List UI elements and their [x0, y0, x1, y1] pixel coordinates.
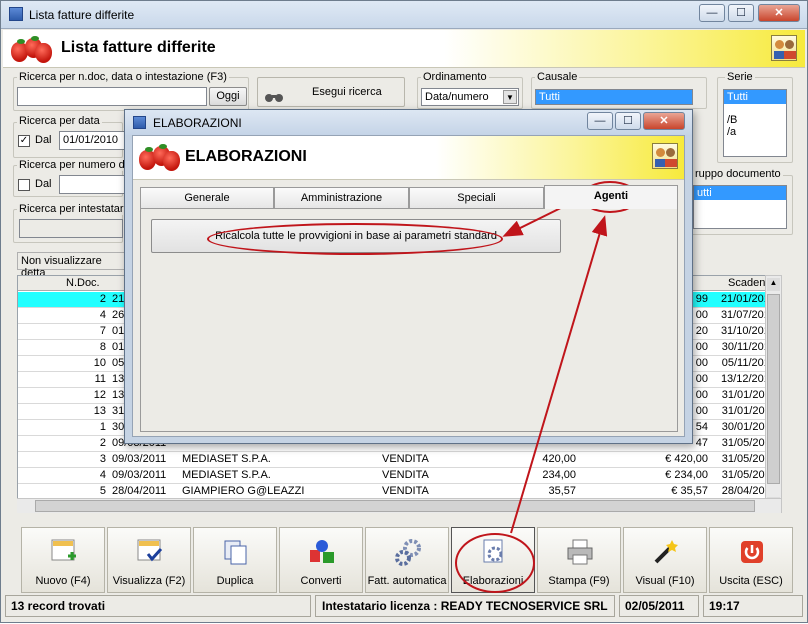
tab-agenti[interactable]: Agenti — [544, 185, 678, 209]
annotation-arrows — [502, 196, 608, 534]
main-window: Lista fatture differite — ☐ ✕ Lista fatt… — [0, 0, 808, 623]
